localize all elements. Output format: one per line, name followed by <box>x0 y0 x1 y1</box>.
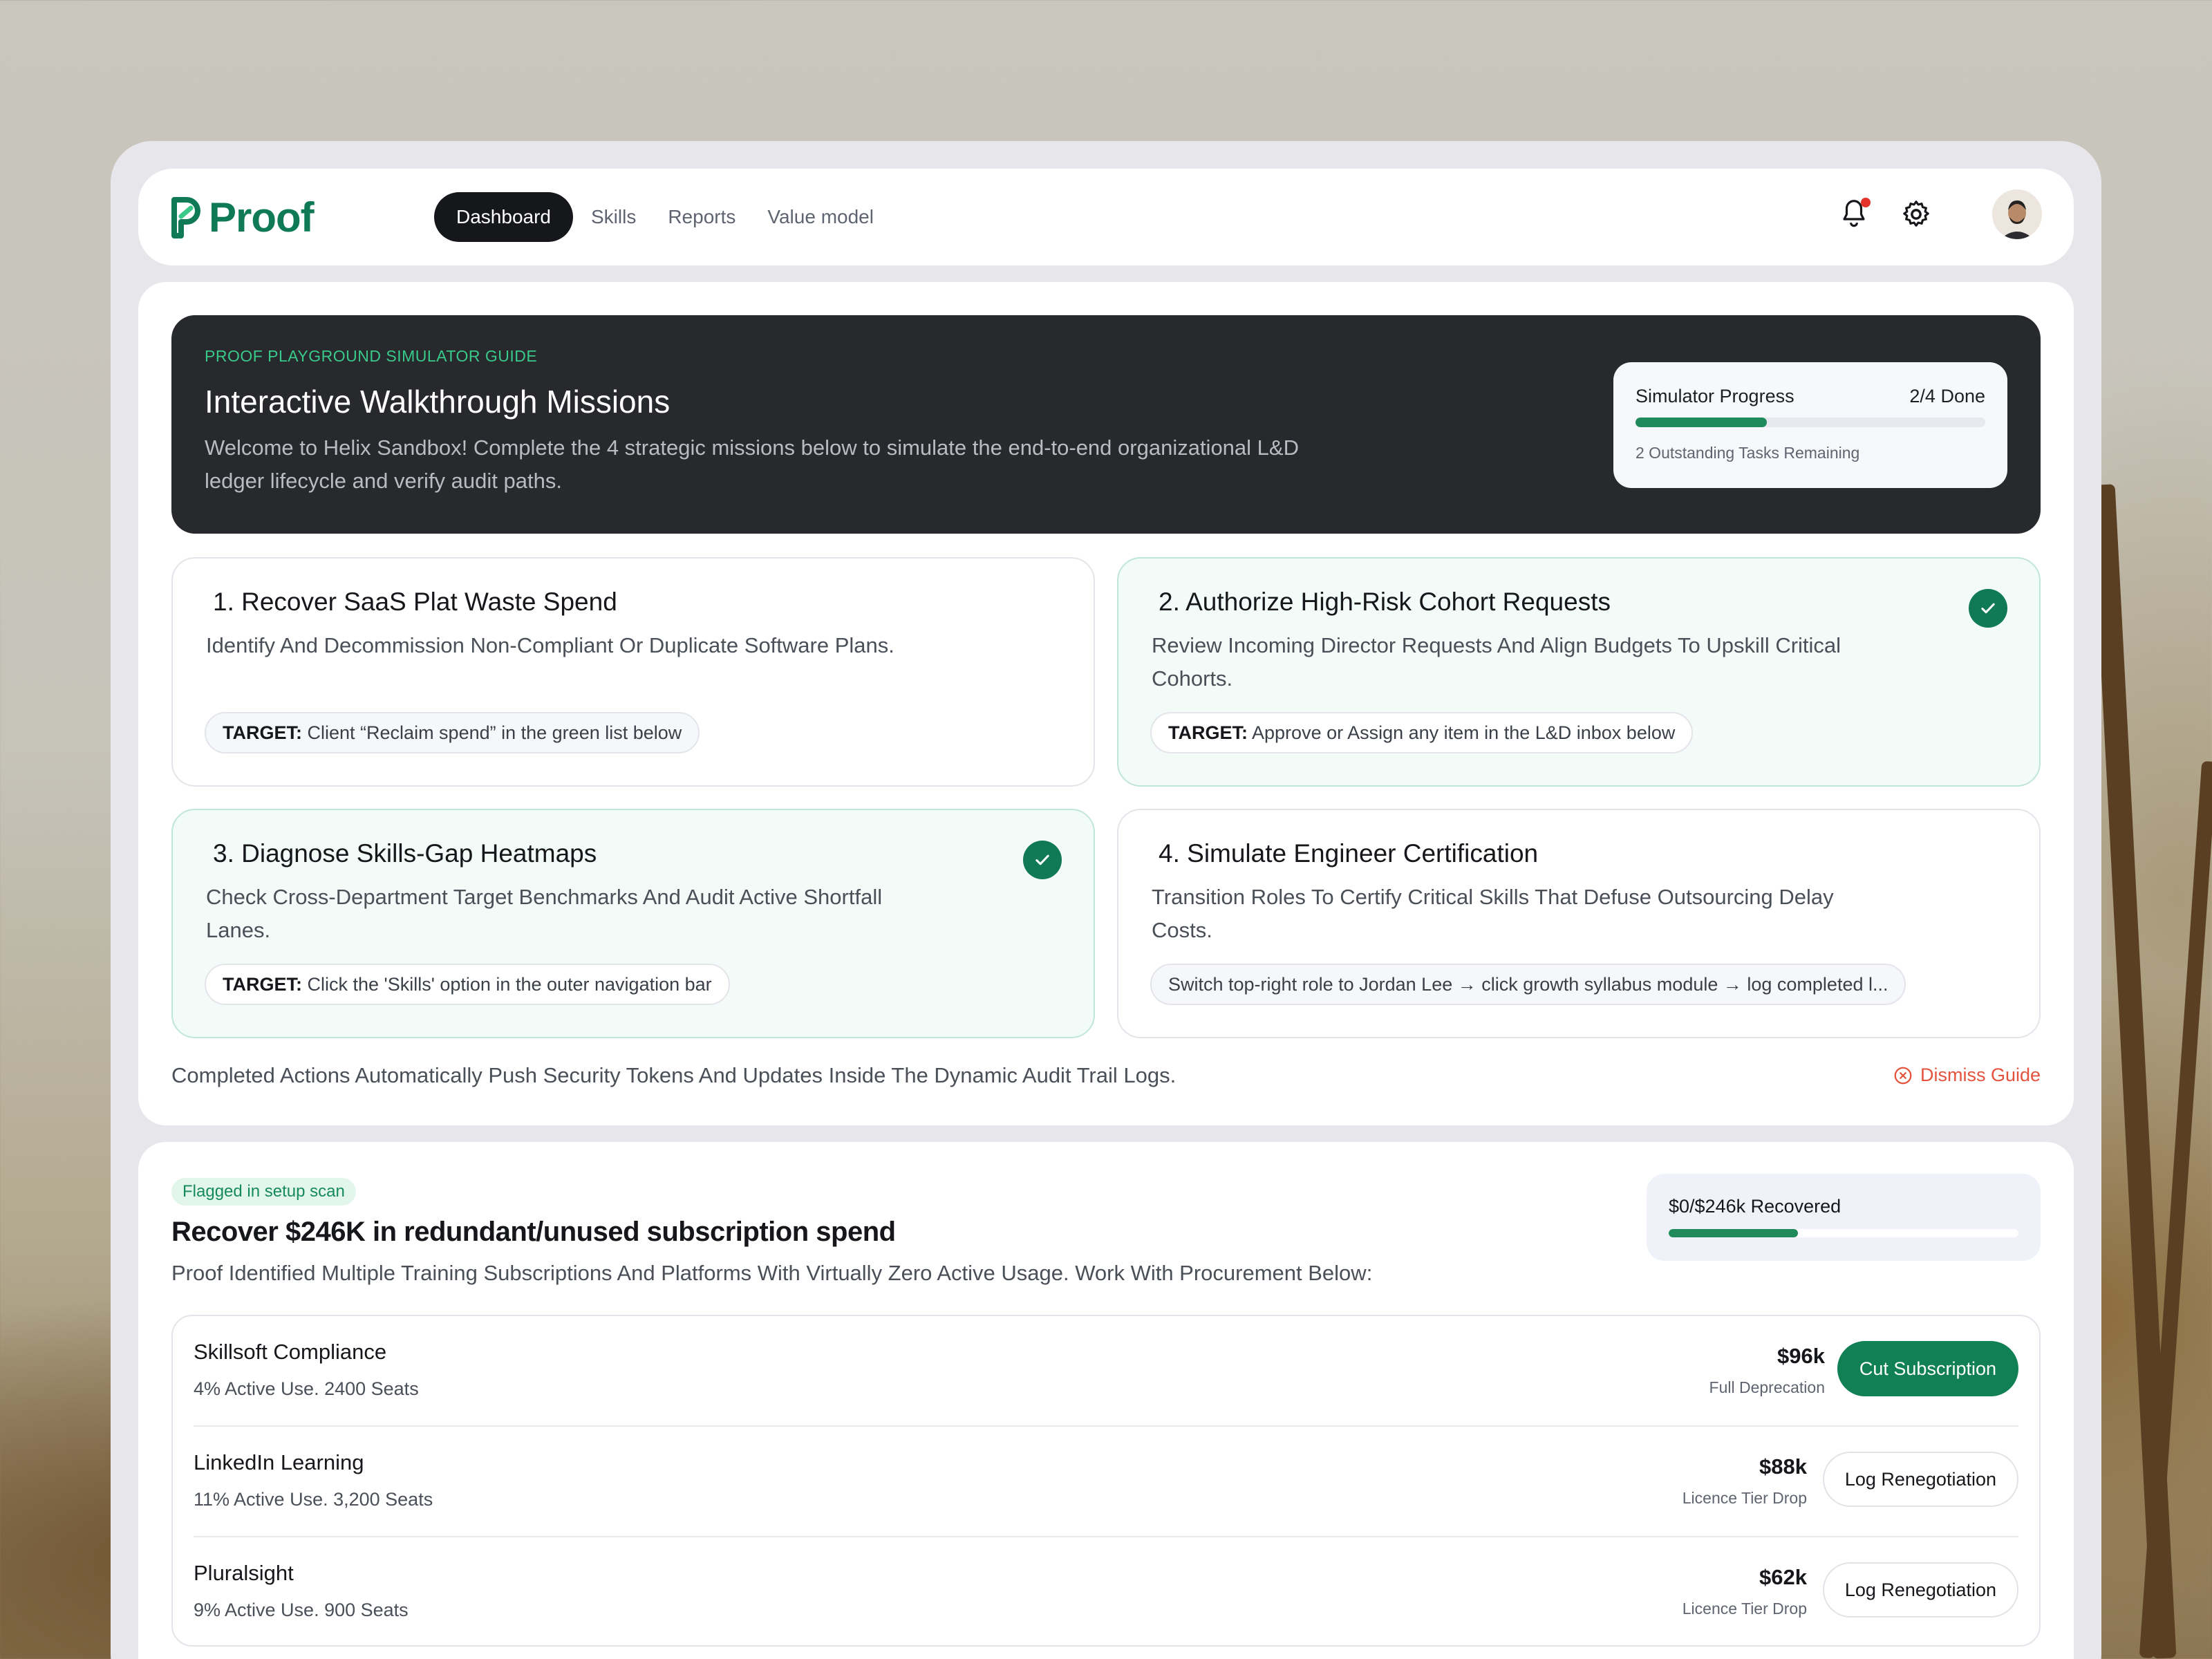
completed-check-icon <box>1969 589 2007 628</box>
list-item: Skillsoft Compliance 4% Active Use. 2400… <box>173 1316 2039 1427</box>
mission-title: 2. Authorize High-Risk Cohort Requests <box>1159 588 1611 616</box>
gear-icon <box>1903 200 1929 227</box>
mission-description: Transition Roles To Certify Critical Ski… <box>1152 885 1834 942</box>
nav-tabs: Dashboard Skills Reports Value model <box>434 192 888 242</box>
subscription-usage: 9% Active Use. 900 Seats <box>194 1600 409 1620</box>
mission-target-pill: TARGET: Client “Reclaim spend” in the gr… <box>205 712 700 753</box>
target-text: Approve or Assign any item in the L&D in… <box>1252 722 1676 743</box>
mission-target-pill: TARGET: Approve or Assign any item in th… <box>1150 712 1694 753</box>
mission-target-pill: TARGET: Click the 'Skills' option in the… <box>205 964 730 1005</box>
simulator-progress-card: Simulator Progress 2/4 Done 2 Outstandin… <box>1613 362 2007 488</box>
mission-target-pill: Switch top-right role to Jordan Lee → cl… <box>1150 964 1906 1005</box>
tab-skills[interactable]: Skills <box>577 192 650 242</box>
settings-button[interactable] <box>1895 194 1937 235</box>
mission-title: 3. Diagnose Skills-Gap Heatmaps <box>213 839 597 868</box>
subscription-name: Pluralsight <box>194 1561 294 1585</box>
log-renegotiation-button[interactable]: Log Renegotiation <box>1822 1562 2018 1618</box>
guide-title: Interactive Walkthrough Missions <box>205 384 671 420</box>
subscription-note: Full Deprecation <box>1709 1378 1825 1396</box>
subscription-amount: $88k <box>1759 1454 1807 1479</box>
mission-card-4[interactable]: 4. Simulate Engineer Certification Trans… <box>1117 809 2041 1038</box>
mission-card-1[interactable]: 1. Recover SaaS Plat Waste Spend Identif… <box>171 557 1095 787</box>
target-label: TARGET: <box>223 974 302 995</box>
mission-description: Review Incoming Director Requests And Al… <box>1152 633 1841 691</box>
recovered-progress-bar <box>1669 1229 2018 1237</box>
subscription-usage: 4% Active Use. 2400 Seats <box>194 1378 419 1399</box>
mission-description: Check Cross-Department Target Benchmarks… <box>206 885 883 942</box>
target-text: Client “Reclaim spend” in the green list… <box>307 722 682 743</box>
progress-value: 2/4 Done <box>1909 386 1985 406</box>
app-frame: Proof Dashboard Skills Reports Value mod… <box>111 141 2101 1659</box>
target-text: Switch top-right role to Jordan Lee → cl… <box>1168 974 1888 995</box>
target-label: TARGET: <box>223 722 302 743</box>
target-text: Click the 'Skills' option in the outer n… <box>307 974 712 995</box>
subscription-list: Skillsoft Compliance 4% Active Use. 2400… <box>171 1315 2041 1647</box>
log-renegotiation-button[interactable]: Log Renegotiation <box>1822 1452 2018 1507</box>
progress-label: Simulator Progress <box>1635 386 1794 406</box>
nav-actions <box>1833 189 2042 239</box>
cut-subscription-button[interactable]: Cut Subscription <box>1837 1341 2018 1396</box>
brand-logo[interactable]: Proof <box>170 194 315 241</box>
subscription-name: Skillsoft Compliance <box>194 1340 387 1364</box>
recovered-progress-fill <box>1669 1229 1799 1237</box>
flag-badge: Flagged in setup scan <box>171 1178 356 1206</box>
recovered-label: $0/$246k Recovered <box>1669 1196 1841 1217</box>
recover-description: Proof Identified Multiple Training Subsc… <box>171 1261 1373 1285</box>
list-item: Pluralsight 9% Active Use. 900 Seats $62… <box>173 1537 2039 1648</box>
guide-eyebrow: PROOF PLAYGROUND SIMULATOR GUIDE <box>205 347 538 365</box>
subscription-name: LinkedIn Learning <box>194 1450 364 1474</box>
guide-footer-note: Completed Actions Automatically Push Sec… <box>171 1063 1177 1087</box>
mission-card-2[interactable]: 2. Authorize High-Risk Cohort Requests R… <box>1117 557 2041 787</box>
completed-check-icon <box>1023 841 1062 879</box>
mission-title: 1. Recover SaaS Plat Waste Spend <box>213 588 617 616</box>
list-item: LinkedIn Learning 11% Active Use. 3,200 … <box>173 1427 2039 1537</box>
progress-bar-fill <box>1635 418 1767 427</box>
subscription-amount: $62k <box>1759 1565 1807 1589</box>
guide-description: Welcome to Helix Sandbox! Complete the 4… <box>205 435 1299 493</box>
subscription-note: Licence Tier Drop <box>1682 1600 1807 1618</box>
recover-title: Recover $246K in redundant/unused subscr… <box>171 1217 896 1247</box>
progress-subtext: 2 Outstanding Tasks Remaining <box>1635 444 1860 462</box>
close-circle-icon <box>1894 1067 1912 1084</box>
subscription-note: Licence Tier Drop <box>1682 1489 1807 1507</box>
mission-title: 4. Simulate Engineer Certification <box>1159 839 1539 868</box>
notification-dot <box>1861 198 1871 207</box>
dismiss-label: Dismiss Guide <box>1920 1065 2041 1085</box>
mission-description: Identify And Decommission Non-Compliant … <box>206 633 894 657</box>
simulator-guide-card: PROOF PLAYGROUND SIMULATOR GUIDE Interac… <box>138 282 2074 1125</box>
guide-hero-banner: PROOF PLAYGROUND SIMULATOR GUIDE Interac… <box>171 315 2041 534</box>
top-nav-bar: Proof Dashboard Skills Reports Value mod… <box>138 169 2074 265</box>
notifications-button[interactable] <box>1833 194 1875 235</box>
target-label: TARGET: <box>1168 722 1248 743</box>
recovered-progress-card: $0/$246k Recovered <box>1647 1174 2041 1261</box>
user-avatar[interactable] <box>1992 189 2042 239</box>
tab-value-model[interactable]: Value model <box>753 192 888 242</box>
dismiss-guide-button[interactable]: Dismiss Guide <box>1893 1065 2041 1086</box>
subscription-amount: $96k <box>1777 1344 1825 1368</box>
tab-dashboard[interactable]: Dashboard <box>434 192 573 242</box>
tab-reports[interactable]: Reports <box>654 192 749 242</box>
progress-bar <box>1635 418 1985 427</box>
proof-logo-icon <box>171 196 200 238</box>
recover-spend-card: Flagged in setup scan Recover $246K in r… <box>138 1142 2074 1659</box>
brand-name: Proof <box>209 194 315 241</box>
subscription-usage: 11% Active Use. 3,200 Seats <box>194 1489 433 1510</box>
avatar-portrait-icon <box>1992 189 2042 239</box>
mission-card-3[interactable]: 3. Diagnose Skills-Gap Heatmaps Check Cr… <box>171 809 1095 1038</box>
